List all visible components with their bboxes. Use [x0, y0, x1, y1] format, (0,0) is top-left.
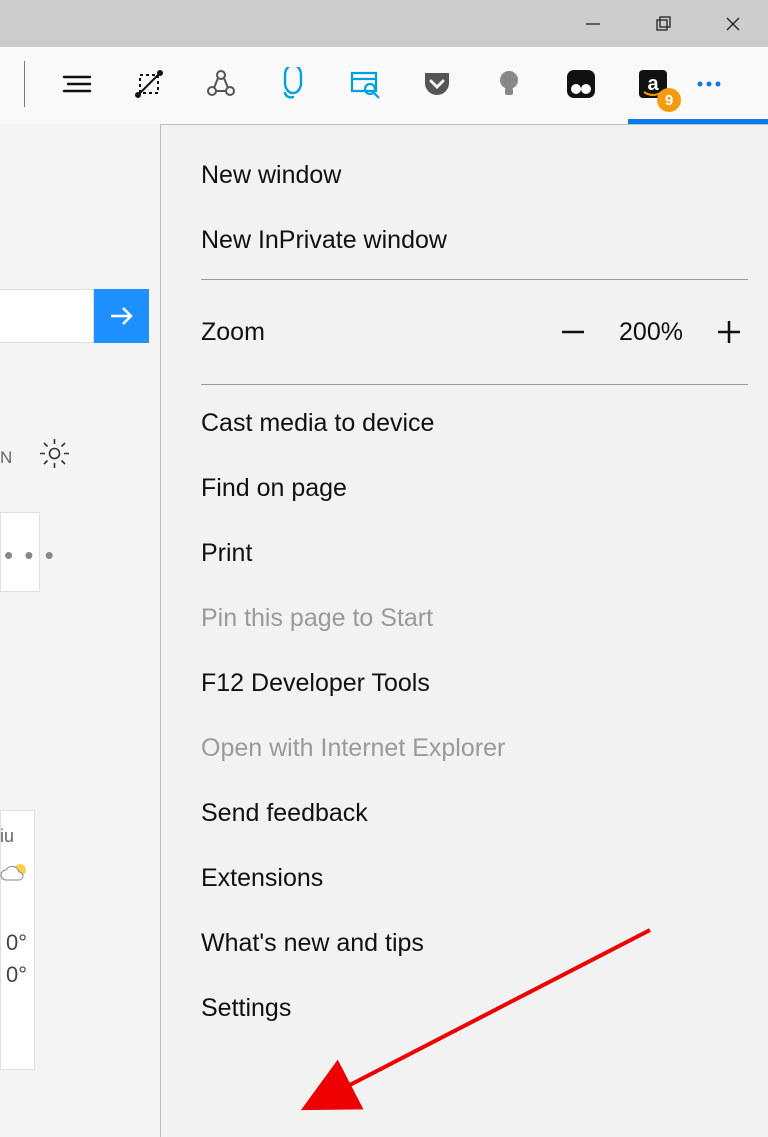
gear-icon[interactable] [38, 437, 71, 470]
temperature-high: 0° [6, 930, 27, 956]
text-fragment: iu [0, 826, 14, 847]
menu-cast[interactable]: Cast media to device [161, 391, 768, 456]
menu-zoom-row: Zoom 200% [161, 286, 768, 378]
menu-devtools[interactable]: F12 Developer Tools [161, 651, 768, 716]
cloud-icon [0, 858, 30, 893]
menu-feedback[interactable]: Send feedback [161, 781, 768, 846]
mouse-icon[interactable] [275, 66, 311, 102]
menu-find[interactable]: Find on page [161, 456, 768, 521]
menu-divider [201, 384, 748, 385]
reading-view-icon[interactable] [59, 66, 95, 102]
svg-text:a: a [647, 73, 659, 95]
window-maximize-button[interactable] [628, 0, 698, 47]
window-titlebar [0, 0, 768, 47]
zoom-in-button[interactable] [710, 313, 748, 351]
crop-icon[interactable] [131, 66, 167, 102]
notification-badge: 9 [657, 88, 681, 112]
window-minimize-button[interactable] [558, 0, 628, 47]
menu-pin-to-start: Pin this page to Start [161, 586, 768, 651]
menu-settings[interactable]: Settings [161, 976, 768, 1041]
browser-toolbar: a 9 [0, 47, 768, 124]
go-button[interactable] [94, 289, 149, 343]
more-menu-button[interactable] [691, 66, 727, 102]
address-bar-fragment[interactable] [0, 289, 94, 343]
zoom-out-button[interactable] [554, 313, 592, 351]
window-close-button[interactable] [698, 0, 768, 47]
amazon-extension-icon[interactable]: a 9 [635, 66, 671, 102]
temperature-low: 0° [6, 962, 27, 988]
toolbar-separator [24, 61, 25, 107]
zoom-value: 200% [614, 318, 688, 347]
menu-print[interactable]: Print [161, 521, 768, 586]
window-search-icon[interactable] [347, 66, 383, 102]
app-icon-1[interactable] [563, 66, 599, 102]
label-fragment: N [0, 448, 12, 468]
menu-divider [201, 279, 748, 280]
ellipsis-icon[interactable]: • • • [4, 540, 56, 571]
share-icon[interactable] [203, 66, 239, 102]
menu-whatsnew[interactable]: What's new and tips [161, 911, 768, 976]
menu-open-ie: Open with Internet Explorer [161, 716, 768, 781]
pocket-icon[interactable] [419, 66, 455, 102]
zoom-label: Zoom [201, 318, 554, 347]
lightbulb-icon[interactable] [491, 66, 527, 102]
menu-extensions[interactable]: Extensions [161, 846, 768, 911]
menu-new-inprivate[interactable]: New InPrivate window [161, 208, 768, 273]
menu-new-window[interactable]: New window [161, 143, 768, 208]
settings-dropdown-menu: New window New InPrivate window Zoom 200… [160, 124, 768, 1137]
